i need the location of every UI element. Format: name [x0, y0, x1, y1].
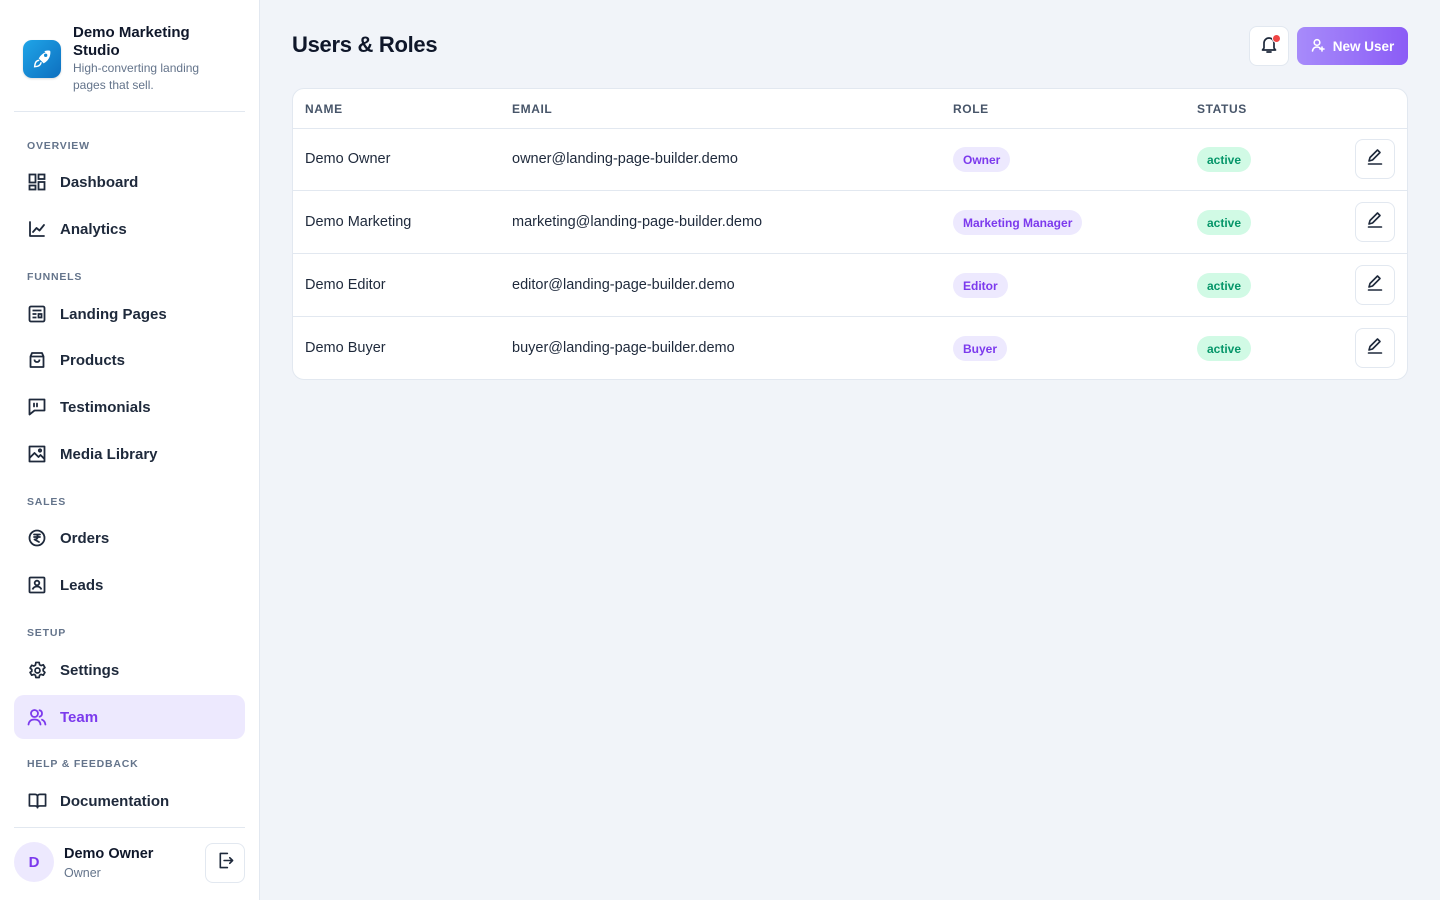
- sidebar-item-media-library[interactable]: Media Library: [14, 432, 245, 476]
- sidebar-item-settings[interactable]: Settings: [14, 648, 245, 692]
- sidebar-item-label: Landing Pages: [60, 305, 167, 323]
- rocket-logo-icon: [23, 40, 61, 78]
- sidebar-item-label: Testimonials: [60, 398, 151, 416]
- status-badge: active: [1197, 147, 1252, 172]
- dashboard-icon: [27, 172, 47, 192]
- sidebar-item-label: Leads: [60, 576, 104, 594]
- users-table: NAME EMAIL ROLE STATUS Demo Owner owner@…: [292, 88, 1408, 380]
- user-name-cell: Demo Buyer: [305, 340, 386, 356]
- new-user-label: New User: [1332, 38, 1395, 54]
- pencil-icon: [1366, 274, 1384, 297]
- column-header-role[interactable]: ROLE: [953, 102, 989, 116]
- sidebar-item-label: Settings: [60, 661, 120, 679]
- users-icon: [27, 707, 47, 727]
- user-name-cell: Demo Marketing: [305, 214, 412, 230]
- section-label-overview: OVERVIEW: [27, 140, 90, 152]
- user-name-cell: Demo Owner: [305, 151, 391, 167]
- avatar[interactable]: D: [14, 842, 54, 882]
- edit-user-button[interactable]: [1355, 265, 1395, 305]
- edit-user-button[interactable]: [1355, 202, 1395, 242]
- sidebar-item-label: Products: [60, 351, 126, 369]
- brand-name: Demo Marketing Studio: [73, 24, 190, 59]
- brand-tagline: High-converting landing pages that sell.: [73, 61, 200, 92]
- quote-message-icon: [27, 397, 47, 417]
- table-row: Demo Owner owner@landing-page-builder.de…: [293, 128, 1407, 191]
- sidebar-item-label: Documentation: [60, 792, 170, 810]
- status-badge: active: [1197, 336, 1252, 361]
- sidebar-item-label: Media Library: [60, 445, 158, 463]
- gear-icon: [27, 660, 47, 680]
- rupee-icon: [27, 528, 47, 548]
- section-label-funnels: FUNNELS: [27, 271, 83, 283]
- table-header: NAME EMAIL ROLE STATUS: [293, 89, 1407, 129]
- edit-user-button[interactable]: [1355, 139, 1395, 179]
- sidebar-item-label: Orders: [60, 529, 110, 547]
- contact-card-icon: [27, 575, 47, 595]
- section-label-help: HELP & FEEDBACK: [27, 758, 139, 770]
- pencil-icon: [1366, 337, 1384, 360]
- pencil-icon: [1366, 148, 1384, 171]
- brand: Demo Marketing Studio High-converting la…: [14, 18, 245, 112]
- status-badge: active: [1197, 210, 1252, 235]
- status-badge: active: [1197, 273, 1252, 298]
- image-icon: [27, 444, 47, 464]
- logout-button[interactable]: [205, 843, 245, 883]
- pencil-icon: [1366, 211, 1384, 234]
- sidebar-item-analytics[interactable]: Analytics: [14, 207, 245, 251]
- sidebar-item-team[interactable]: Team: [14, 695, 245, 739]
- sidebar-item-testimonials[interactable]: Testimonials: [14, 385, 245, 429]
- sidebar-item-dashboard[interactable]: Dashboard: [14, 160, 245, 204]
- page-title: Users & Roles: [292, 32, 438, 57]
- add-user-icon: [1311, 38, 1325, 55]
- book-icon: [27, 791, 47, 811]
- section-label-sales: SALES: [27, 496, 67, 508]
- sidebar-item-leads[interactable]: Leads: [14, 563, 245, 607]
- column-header-status[interactable]: STATUS: [1197, 102, 1247, 116]
- user-role: Owner: [64, 866, 101, 880]
- user-email-cell: owner@landing-page-builder.demo: [512, 151, 738, 167]
- shopping-bag-icon: [27, 350, 47, 370]
- logout-icon: [217, 852, 234, 874]
- table-row: Demo Editor editor@landing-page-builder.…: [293, 254, 1407, 317]
- sidebar-item-label: Dashboard: [60, 173, 139, 191]
- role-badge: Buyer: [953, 336, 1008, 361]
- role-badge: Owner: [953, 147, 1011, 172]
- user-name-cell: Demo Editor: [305, 277, 386, 293]
- notification-dot: [1272, 34, 1281, 43]
- user-name: Demo Owner: [64, 846, 154, 862]
- sidebar-item-documentation[interactable]: Documentation: [14, 779, 245, 823]
- table-row: Demo Buyer buyer@landing-page-builder.de…: [293, 317, 1407, 379]
- sidebar: Demo Marketing Studio High-converting la…: [0, 0, 260, 900]
- sidebar-item-landing-pages[interactable]: Landing Pages: [14, 292, 245, 336]
- notifications-button[interactable]: [1249, 26, 1289, 66]
- new-user-button[interactable]: New User: [1297, 27, 1408, 65]
- role-badge: Editor: [953, 273, 1008, 298]
- user-email-cell: marketing@landing-page-builder.demo: [512, 214, 763, 230]
- section-label-setup: SETUP: [27, 627, 67, 639]
- column-header-email[interactable]: EMAIL: [512, 102, 552, 116]
- user-profile: D Demo Owner Owner: [14, 827, 245, 900]
- user-email-cell: buyer@landing-page-builder.demo: [512, 340, 735, 356]
- table-row: Demo Marketing marketing@landing-page-bu…: [293, 191, 1407, 254]
- column-header-name[interactable]: NAME: [305, 102, 343, 116]
- sidebar-item-orders[interactable]: Orders: [14, 516, 245, 560]
- sidebar-item-label: Team: [60, 708, 99, 726]
- role-badge: Marketing Manager: [953, 210, 1083, 235]
- page-layout-icon: [27, 304, 47, 324]
- sidebar-item-label: Analytics: [60, 220, 127, 238]
- user-email-cell: editor@landing-page-builder.demo: [512, 277, 735, 293]
- chart-line-icon: [27, 219, 47, 239]
- sidebar-item-products[interactable]: Products: [14, 338, 245, 382]
- edit-user-button[interactable]: [1355, 328, 1395, 368]
